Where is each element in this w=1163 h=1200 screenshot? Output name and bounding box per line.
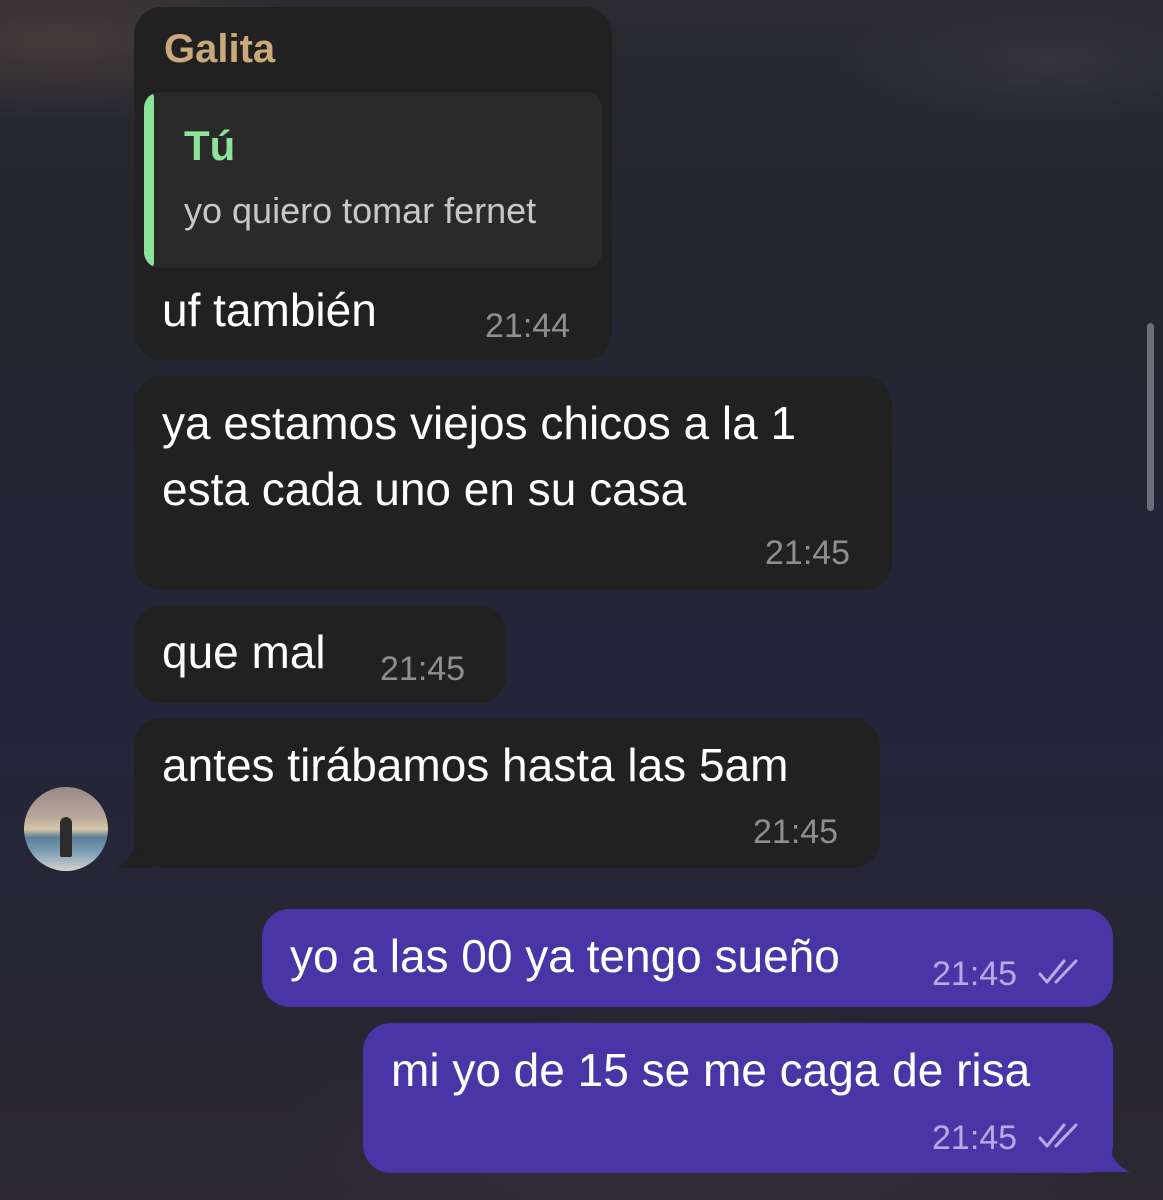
reply-accent-bar <box>144 92 154 268</box>
reply-author: Tú <box>184 122 236 169</box>
message-text: uf también <box>162 284 377 336</box>
message-text: antes tirábamos hasta las 5am <box>162 739 789 791</box>
message-time: 21:45 <box>380 650 466 688</box>
message-text: yo a las 00 ya tengo sueño <box>290 930 840 982</box>
message-time: 21:45 <box>932 955 1018 993</box>
avatar-figure <box>60 817 72 857</box>
message-time: 21:45 <box>765 534 851 572</box>
message-bubble-incoming[interactable]: ya estamos viejos chicos a la 1 esta cad… <box>134 376 892 590</box>
message-text: mi yo de 15 se me caga de risa <box>391 1044 1031 1096</box>
message-text-line: esta cada uno en su casa <box>162 463 687 515</box>
message-bubble-incoming[interactable]: antes tirábamos hasta las 5am 21:45 <box>134 718 880 868</box>
scrollbar-thumb[interactable] <box>1147 323 1154 511</box>
message-time: 21:45 <box>753 813 839 851</box>
message-bubble-outgoing[interactable]: mi yo de 15 se me caga de risa 21:45 <box>363 1023 1113 1173</box>
reply-quote[interactable]: Tú yo quiero tomar fernet <box>144 92 602 268</box>
double-check-icon <box>1038 959 1078 984</box>
contact-avatar[interactable] <box>24 787 108 871</box>
message-bubble-outgoing[interactable]: yo a las 00 ya tengo sueño 21:45 <box>262 909 1113 1007</box>
message-text-line: ya estamos viejos chicos a la 1 <box>162 397 797 449</box>
message-time: 21:45 <box>932 1119 1018 1157</box>
message-bubble-incoming[interactable]: que mal 21:45 <box>134 605 507 703</box>
sender-name: Galita <box>164 27 276 71</box>
message-bubble-incoming[interactable]: Galita Tú yo quiero tomar fernet uf tamb… <box>134 7 612 360</box>
message-text: que mal <box>162 626 326 678</box>
reply-text: yo quiero tomar fernet <box>184 190 537 231</box>
double-check-icon <box>1038 1123 1078 1148</box>
message-time: 21:44 <box>485 307 571 345</box>
